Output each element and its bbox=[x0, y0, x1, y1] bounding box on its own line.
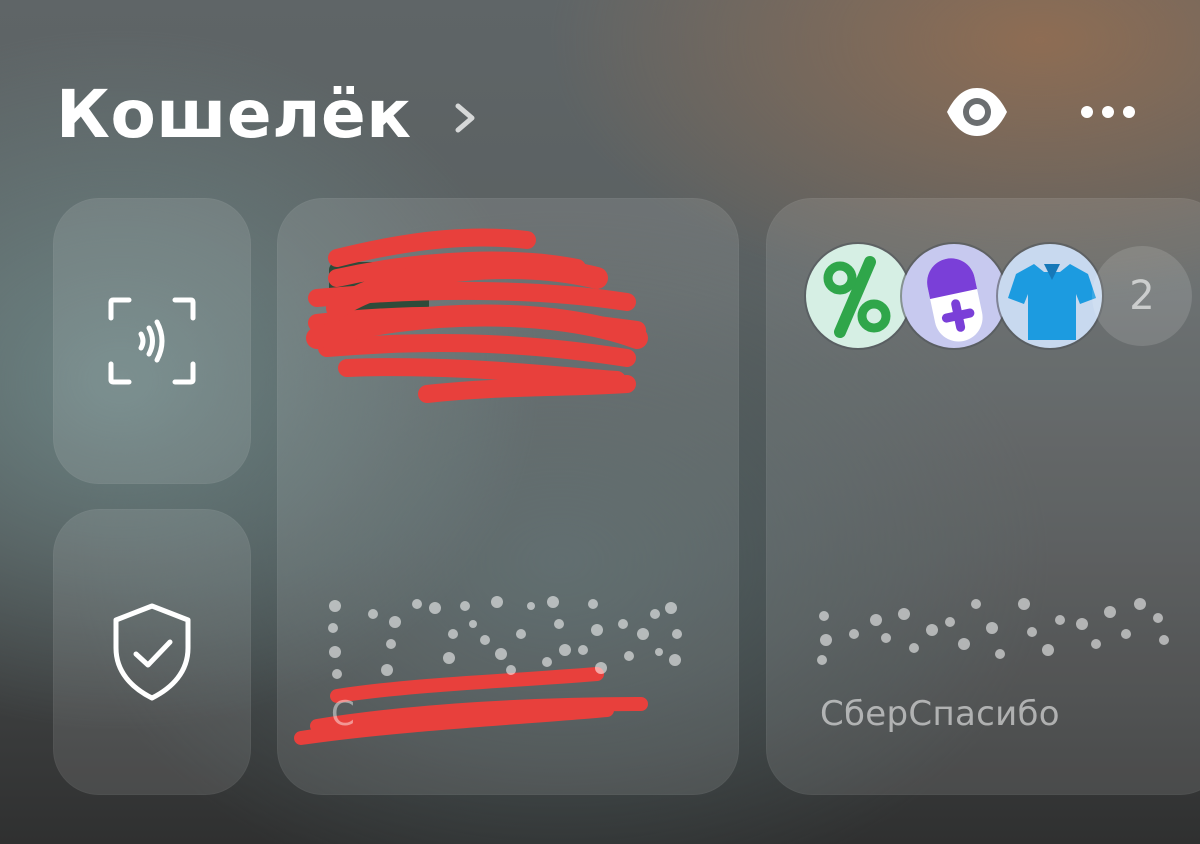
hidden-balance bbox=[328, 596, 682, 679]
pill-icon bbox=[902, 244, 1006, 348]
card-caption: С bbox=[331, 694, 356, 734]
more-categories-badge: 2 bbox=[1092, 246, 1192, 346]
page-title: Кошелёк bbox=[56, 76, 412, 153]
category-avatars: 2 bbox=[806, 244, 1200, 354]
polo-shirt-icon bbox=[998, 244, 1102, 348]
wallet-title-link[interactable]: Кошелёк bbox=[56, 70, 480, 160]
more-button[interactable] bbox=[1078, 82, 1138, 142]
security-tile[interactable] bbox=[53, 509, 251, 795]
hidden-bonus-balance bbox=[817, 598, 1169, 665]
more-icon bbox=[1081, 106, 1135, 118]
percent-icon bbox=[806, 244, 910, 348]
bonus-program-label: СберСпасибо bbox=[820, 694, 1060, 734]
chevron-right-icon bbox=[455, 103, 475, 133]
nfc-scan-icon bbox=[108, 297, 196, 385]
bank-card-tile[interactable]: С bbox=[277, 198, 739, 795]
nfc-pay-tile[interactable] bbox=[53, 198, 251, 484]
eye-button[interactable] bbox=[944, 82, 1010, 142]
shield-check-icon bbox=[113, 603, 191, 701]
eye-icon bbox=[947, 88, 1007, 136]
header: Кошелёк bbox=[0, 0, 1200, 200]
sberspasibo-tile[interactable]: 2 СберСпасибо bbox=[766, 198, 1200, 795]
